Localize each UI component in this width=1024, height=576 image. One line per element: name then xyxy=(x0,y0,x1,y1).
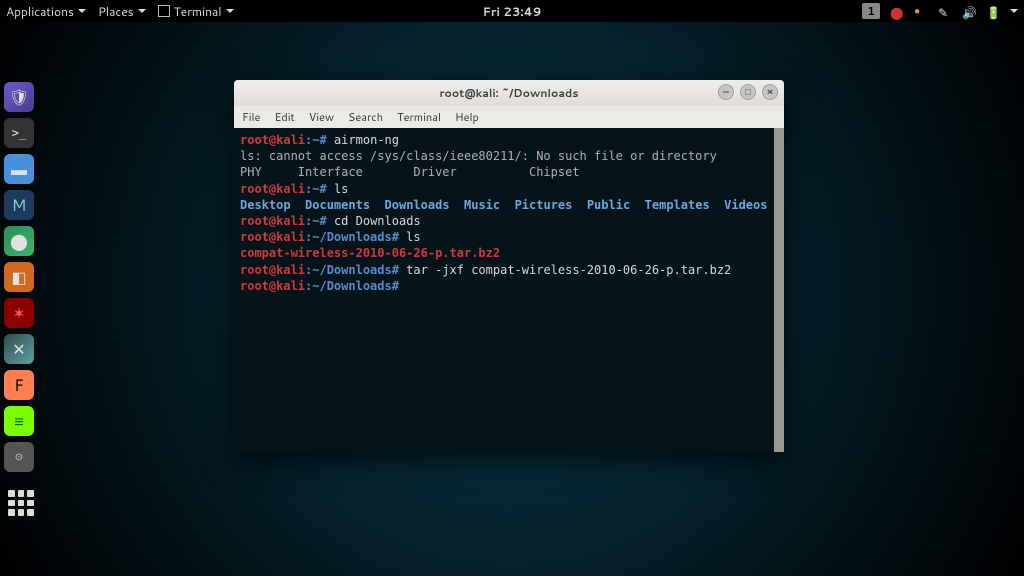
dock-app-11[interactable]: ⊙ xyxy=(4,442,34,472)
show-applications-button[interactable] xyxy=(8,490,34,516)
applications-label: Applications xyxy=(6,3,74,20)
minimize-button[interactable]: – xyxy=(718,84,734,100)
system-menu-chevron-icon[interactable] xyxy=(1010,9,1018,13)
terminal-app-menu[interactable]: Terminal xyxy=(158,3,234,20)
dock-terminal[interactable]: >_ xyxy=(4,118,34,148)
workspace-indicator[interactable]: 1 xyxy=(862,3,880,19)
terminal-icon xyxy=(158,5,170,17)
terminal-line: Desktop Documents Downloads Music Pictur… xyxy=(240,197,778,213)
menu-view[interactable]: View xyxy=(309,109,334,125)
terminal-line: root@kali:~# ls xyxy=(240,181,778,197)
maximize-button[interactable]: □ xyxy=(740,84,756,100)
status-dot-icon[interactable]: ● xyxy=(914,4,928,18)
clock[interactable]: Fri 23:49 xyxy=(483,3,542,20)
terminal-line: root@kali:~/Downloads# ls xyxy=(240,229,778,245)
menu-terminal[interactable]: Terminal xyxy=(397,109,441,125)
dock-files[interactable]: ▬ xyxy=(4,154,34,184)
color-picker-icon[interactable]: ✎ xyxy=(938,4,952,18)
close-button[interactable]: × xyxy=(762,84,778,100)
scrollbar-thumb[interactable] xyxy=(774,128,784,452)
volume-icon[interactable]: 🔊 xyxy=(962,4,976,18)
terminal-menubar: File Edit View Search Terminal Help xyxy=(234,106,784,128)
menu-file[interactable]: File xyxy=(242,109,260,125)
terminal-line: PHY Interface Driver Chipset xyxy=(240,164,778,180)
dock-app-8[interactable]: ✕ xyxy=(4,334,34,364)
dock-metasploit[interactable]: M xyxy=(4,190,34,220)
dock: 🛡 >_ ▬ M ⬤ ◧ ✶ ✕ F ≡ ⊙ xyxy=(4,82,38,472)
chevron-down-icon xyxy=(78,9,86,13)
menu-help[interactable]: Help xyxy=(455,109,479,125)
places-label: Places xyxy=(98,3,134,20)
terminal-scrollbar[interactable] xyxy=(774,128,784,452)
menu-search[interactable]: Search xyxy=(348,109,383,125)
dock-app-5[interactable]: ⬤ xyxy=(4,226,34,256)
terminal-body[interactable]: root@kali:~# airmon-ng ls: cannot access… xyxy=(234,128,784,452)
window-title: root@kali: ~/Downloads xyxy=(439,85,578,101)
terminal-line: ls: cannot access /sys/class/ieee80211/:… xyxy=(240,148,778,164)
dock-app-6[interactable]: ◧ xyxy=(4,262,34,292)
terminal-line: root@kali:~/Downloads# xyxy=(240,278,778,294)
dock-app-9[interactable]: F xyxy=(4,370,34,400)
terminal-line: root@kali:~# airmon-ng xyxy=(240,132,778,148)
dock-app-1[interactable]: 🛡 xyxy=(4,82,34,112)
recording-icon[interactable]: ⬤ xyxy=(890,4,904,18)
terminal-line: compat-wireless-2010-06-26-p.tar.bz2 xyxy=(240,245,778,261)
dock-app-10[interactable]: ≡ xyxy=(4,406,34,436)
terminal-app-label: Terminal xyxy=(174,3,222,20)
window-titlebar[interactable]: root@kali: ~/Downloads – □ × xyxy=(234,80,784,106)
terminal-window: root@kali: ~/Downloads – □ × File Edit V… xyxy=(234,80,784,452)
terminal-line: root@kali:~/Downloads# tar -jxf compat-w… xyxy=(240,262,778,278)
places-menu[interactable]: Places xyxy=(98,3,146,20)
terminal-line: root@kali:~# cd Downloads xyxy=(240,213,778,229)
top-panel: Applications Places Terminal Fri 23:49 1… xyxy=(0,0,1024,22)
chevron-down-icon xyxy=(138,9,146,13)
dock-app-7[interactable]: ✶ xyxy=(4,298,34,328)
menu-edit[interactable]: Edit xyxy=(274,109,294,125)
battery-icon[interactable]: 🔋 xyxy=(986,4,1000,18)
applications-menu[interactable]: Applications xyxy=(6,3,86,20)
chevron-down-icon xyxy=(226,9,234,13)
